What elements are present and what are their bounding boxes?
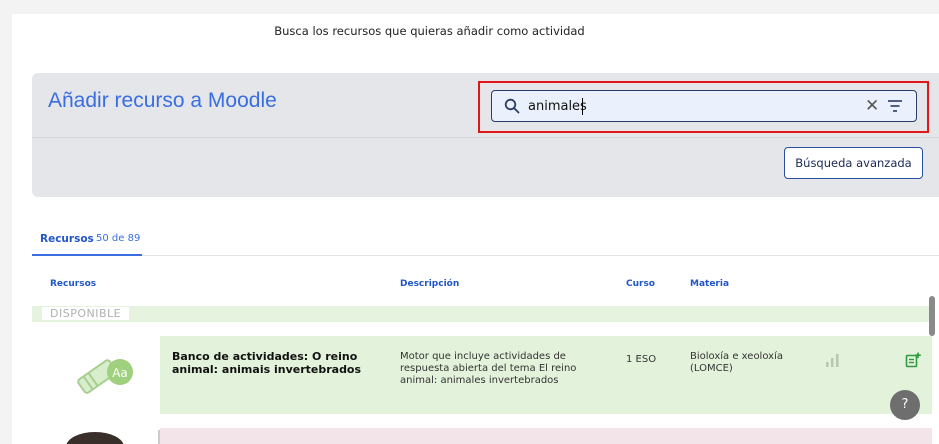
column-header-resources[interactable]: Recursos [50, 279, 96, 289]
search-input[interactable] [528, 95, 848, 117]
tab-count: 50 de 89 [96, 233, 141, 244]
column-header-description[interactable]: Descripción [400, 279, 459, 289]
filter-icon[interactable] [887, 99, 903, 113]
resource-description: Motor que incluye actividades de respues… [400, 351, 577, 386]
thumbnail-divider [158, 430, 160, 444]
header-divider [32, 137, 939, 138]
table-row[interactable]: DISPONIBLE [32, 306, 932, 322]
avatar [66, 432, 124, 444]
text-caret [582, 98, 583, 115]
scrollbar-thumb[interactable] [929, 296, 935, 336]
level-bars-icon [826, 354, 839, 367]
page: Busca los recursos que quieras añadir co… [12, 14, 939, 444]
table-row[interactable] [32, 428, 932, 444]
tab-resources[interactable]: Recursos 50 de 89 [32, 228, 142, 256]
resource-course: 1 ESO [626, 354, 657, 365]
clear-icon[interactable]: ✕ [865, 96, 879, 116]
advanced-search-button[interactable]: Búsqueda avanzada [784, 147, 923, 179]
add-activity-icon[interactable] [905, 352, 921, 368]
table-row[interactable]: Aa Banco de actividades: O reino animal:… [32, 336, 932, 420]
thumb-letters: Aa [112, 366, 128, 380]
header-panel: Añadir recurso a Moodle ✕ Búsqueda avanz… [32, 73, 939, 197]
search-box[interactable]: ✕ [491, 90, 917, 122]
column-header-subject[interactable]: Materia [690, 279, 729, 289]
resource-title[interactable]: Banco de actividades: O reino animal: an… [172, 350, 397, 376]
page-title: Añadir recurso a Moodle [48, 89, 277, 112]
search-icon [504, 98, 520, 114]
resource-subject: Bioloxía e xeoloxía (LOMCE) [690, 351, 783, 374]
resource-thumbnail-icon: Aa [77, 359, 133, 394]
help-button[interactable]: ? [890, 390, 920, 420]
tab-label: Recursos [40, 233, 94, 245]
status-badge: DISPONIBLE [42, 307, 130, 320]
resource-thumbnail-area [32, 428, 160, 444]
column-header-course[interactable]: Curso [626, 279, 655, 289]
intro-text: Busca los recursos que quieras añadir co… [274, 24, 585, 38]
results-tabs: Recursos 50 de 89 [32, 228, 939, 256]
resource-thumbnail-area: Aa [32, 336, 160, 414]
